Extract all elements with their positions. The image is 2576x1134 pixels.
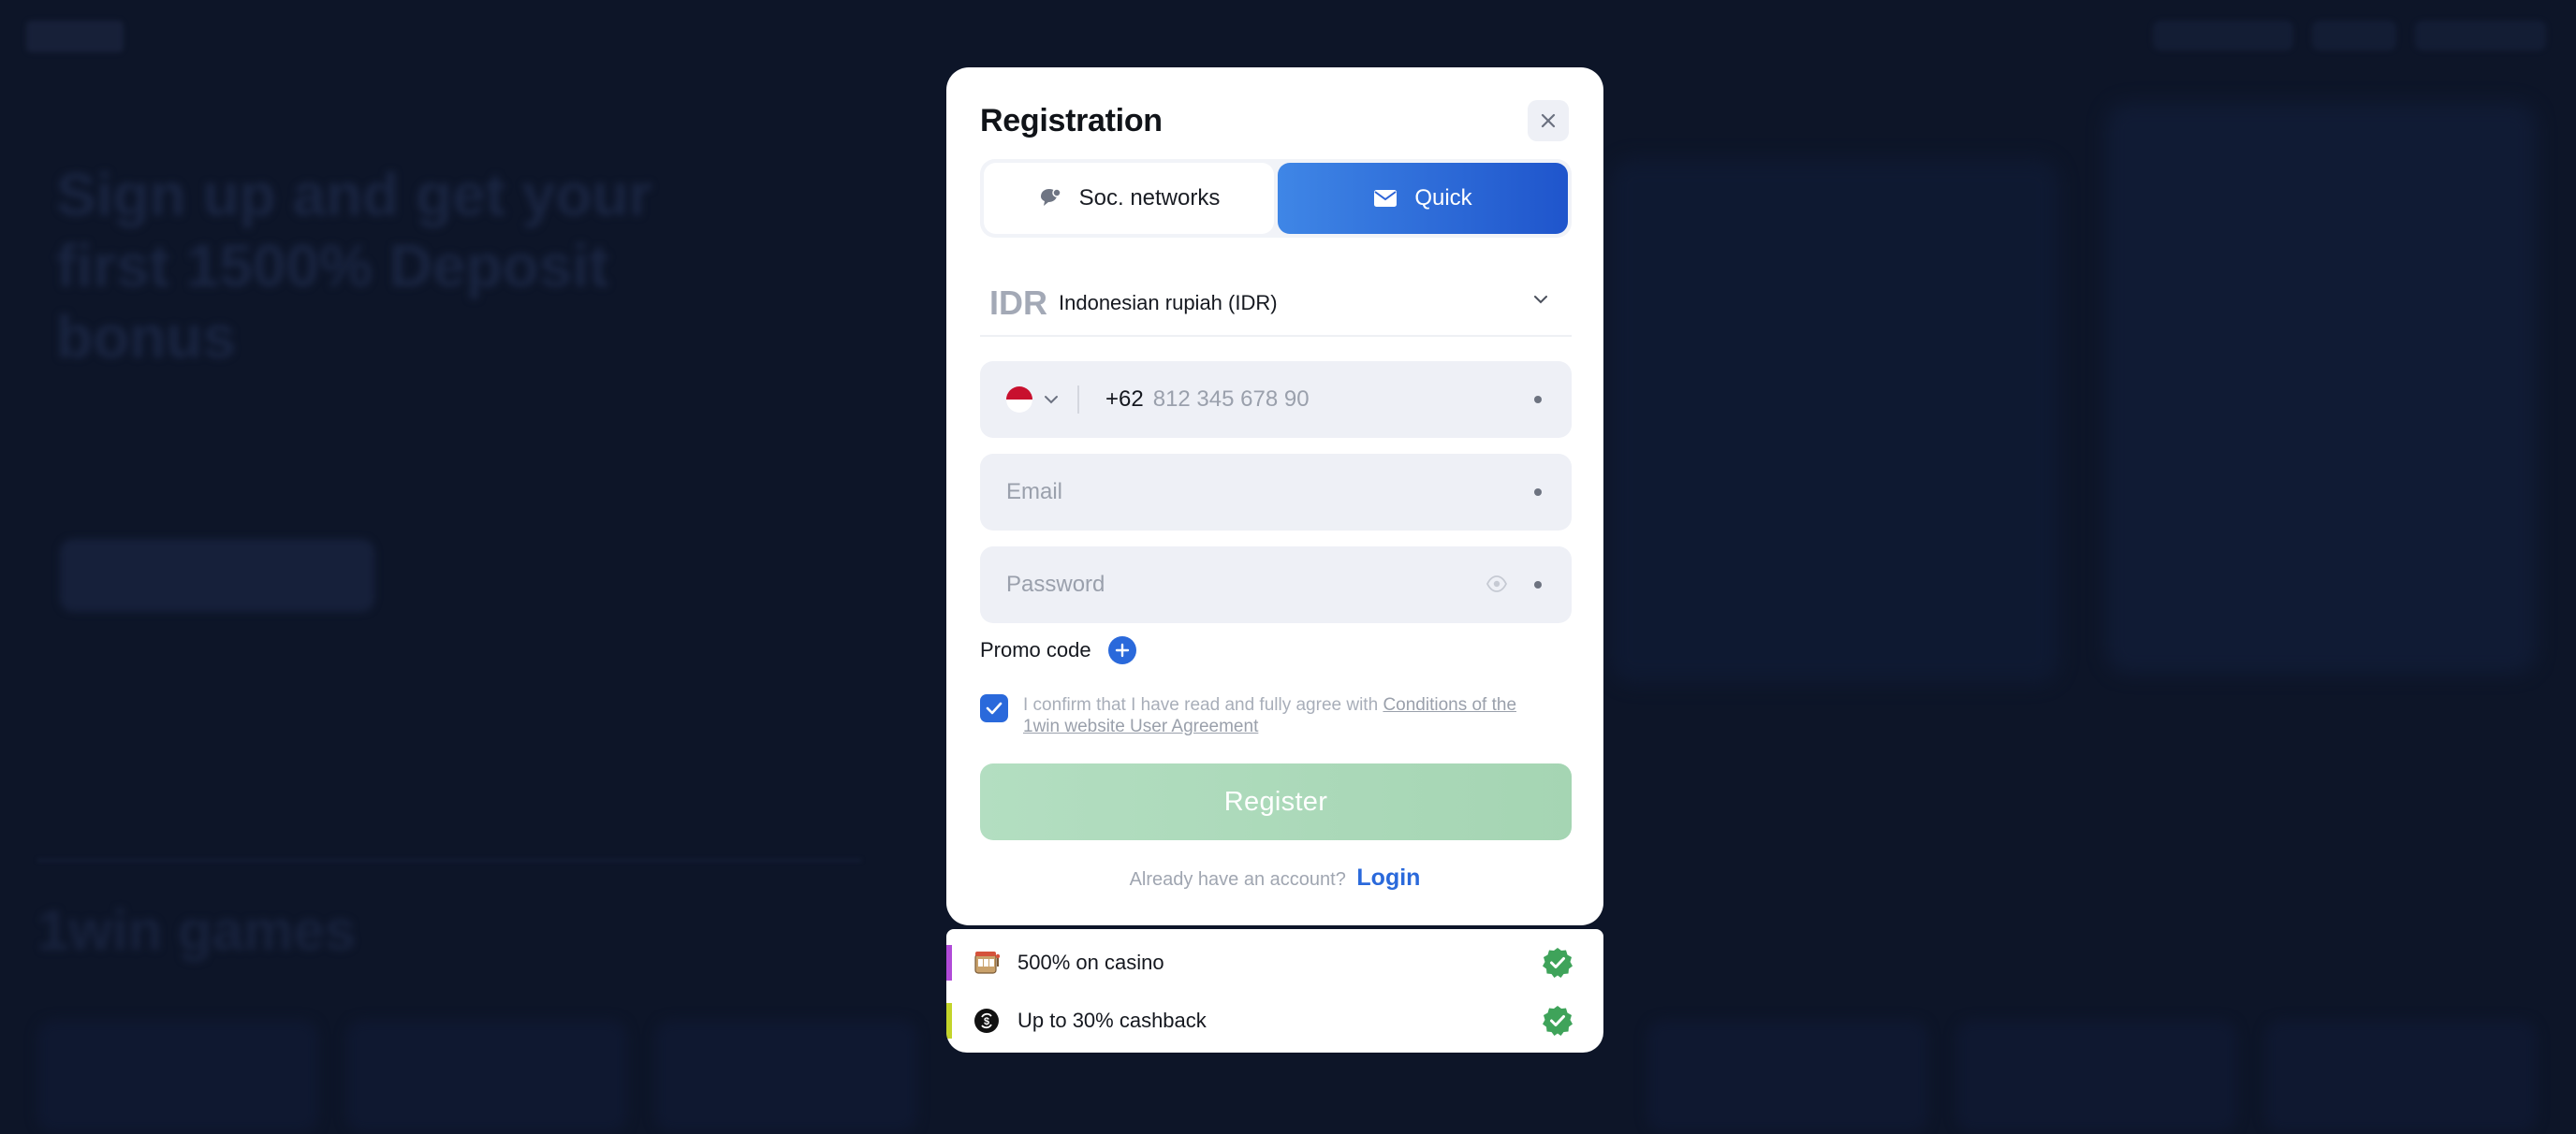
phone-field: +62 (980, 361, 1572, 438)
verified-check-icon (1543, 948, 1573, 978)
verified-check-icon (1543, 1006, 1573, 1036)
close-icon (1541, 113, 1556, 128)
chat-bubble-icon (1040, 188, 1061, 206)
header-button-blur (2153, 21, 2293, 51)
tab-quick-label: Quick (1414, 185, 1472, 211)
login-link[interactable]: Login (1356, 865, 1420, 891)
login-prompt-text: Already have an account? (1129, 869, 1346, 890)
header-button-blur (2415, 21, 2546, 51)
tab-quick[interactable]: Quick (1278, 163, 1568, 234)
bonus-label: Up to 30% cashback (1017, 1009, 1207, 1032)
bonus-label: 500% on casino (1017, 951, 1164, 974)
promo-card-blur (2106, 103, 2537, 674)
promo-card-blur (1610, 159, 2059, 683)
agreement-text: I confirm that I have read and fully agr… (1023, 694, 1557, 737)
game-card-blur (37, 1020, 318, 1132)
email-field (980, 454, 1572, 531)
phone-input[interactable] (1152, 386, 1509, 413)
plus-icon[interactable] (1107, 636, 1136, 664)
password-input[interactable] (1006, 572, 1474, 598)
cashback-icon: $ (973, 1007, 1001, 1035)
game-card-blur (1956, 1020, 2237, 1132)
game-card-blur (346, 1020, 627, 1132)
bonus-item: 500% on casino (946, 938, 1603, 988)
bonus-item: $ Up to 30% cashback (946, 996, 1603, 1046)
country-chevron-icon[interactable] (1044, 395, 1059, 404)
header-button-blur (2312, 21, 2396, 51)
hero-heading: Sign up and get your first 1500% Deposit… (56, 161, 652, 371)
bonuses-panel: 500% on casino $ Up to 30% cashback (946, 929, 1603, 1053)
envelope-icon (1374, 190, 1398, 207)
site-logo (26, 21, 124, 52)
section-divider (37, 859, 861, 862)
password-field (980, 546, 1572, 623)
game-card-blur (1647, 1020, 1928, 1132)
registration-method-tabs: Soc. networks Quick (980, 159, 1572, 238)
checkmark-icon (986, 702, 1003, 715)
slot-machine-icon (973, 949, 1001, 977)
agreement-text-prefix: I confirm that I have read and fully agr… (1023, 695, 1383, 715)
required-indicator (1534, 488, 1542, 496)
required-indicator (1534, 396, 1542, 403)
promo-code-toggle[interactable]: Promo code (980, 636, 1136, 664)
hero-cta-blur (60, 539, 374, 612)
register-button[interactable]: Register (980, 763, 1572, 840)
agreement-checkbox[interactable] (980, 694, 1008, 722)
close-button[interactable] (1528, 100, 1569, 141)
indonesia-flag-icon[interactable] (1006, 386, 1032, 413)
bonus-accent-bar (946, 1003, 952, 1039)
game-card-blur (655, 1020, 917, 1132)
currency-select[interactable]: IDR Indonesian rupiah (IDR) (980, 271, 1572, 337)
svg-text:$: $ (984, 1016, 989, 1027)
chevron-down-icon (1534, 296, 1547, 304)
game-card-blur (2265, 1020, 2537, 1132)
bonus-accent-bar (946, 945, 952, 981)
tab-soc-networks-label: Soc. networks (1078, 185, 1221, 211)
phone-country-code: +62 (1105, 386, 1144, 412)
email-input[interactable] (1006, 479, 1474, 505)
promo-code-label: Promo code (980, 638, 1091, 662)
tab-soc-networks[interactable]: Soc. networks (984, 163, 1274, 234)
agreement-row: I confirm that I have read and fully agr… (980, 694, 1572, 737)
currency-name: Indonesian rupiah (IDR) (1059, 291, 1278, 314)
modal-title: Registration (980, 103, 1163, 138)
games-heading: 1win games (37, 899, 357, 962)
login-prompt: Already have an account? Login (946, 865, 1603, 892)
required-indicator (1534, 581, 1542, 589)
phone-separator (1077, 385, 1079, 414)
currency-code: IDR (989, 284, 1047, 322)
eye-icon[interactable] (1486, 574, 1508, 593)
registration-modal: Registration Soc. networks Quick IDR Ind… (946, 67, 1603, 925)
